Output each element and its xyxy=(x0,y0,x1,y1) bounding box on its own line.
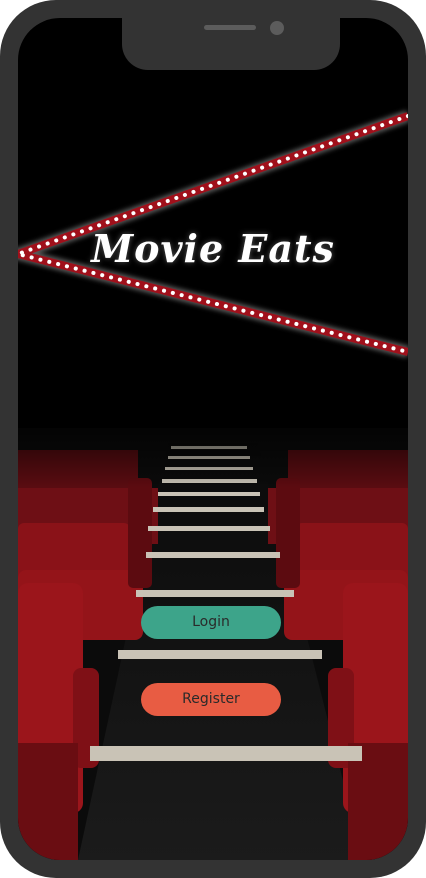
app-logo: Movie Eats xyxy=(91,226,335,271)
speaker-grille xyxy=(204,25,256,30)
app-screen: Movie Eats Login Register xyxy=(18,18,408,860)
phone-frame: Movie Eats Login Register xyxy=(0,0,426,878)
phone-notch xyxy=(122,18,340,70)
login-button[interactable]: Login xyxy=(141,606,281,639)
register-button[interactable]: Register xyxy=(141,683,281,716)
front-camera xyxy=(270,21,284,35)
theater-background xyxy=(18,110,408,860)
